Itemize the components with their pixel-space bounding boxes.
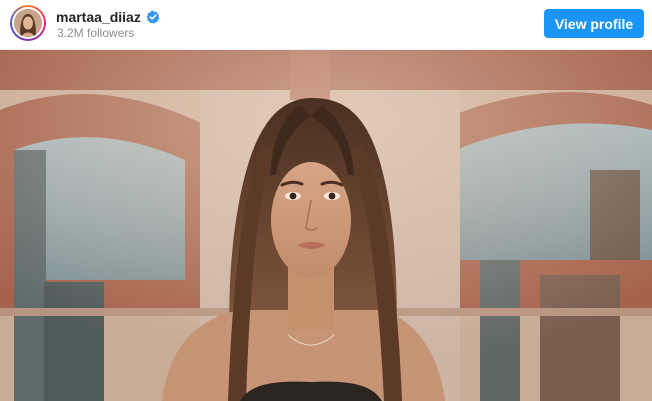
avatar-portrait: [14, 9, 42, 37]
profile-avatar[interactable]: [10, 5, 46, 41]
avatar-image: [14, 9, 42, 37]
view-profile-button[interactable]: View profile: [544, 9, 644, 38]
post-header: martaa_diiaz 3.2M followers View profile: [0, 0, 652, 50]
verified-badge-icon: [146, 10, 160, 24]
post-photo[interactable]: [0, 50, 652, 401]
username-link[interactable]: martaa_diiaz: [56, 8, 141, 26]
avatar-border: [12, 7, 44, 39]
followers-count: 3.2M followers: [57, 26, 135, 40]
username-row: martaa_diiaz: [56, 8, 160, 26]
photo-illustration: [0, 50, 652, 401]
